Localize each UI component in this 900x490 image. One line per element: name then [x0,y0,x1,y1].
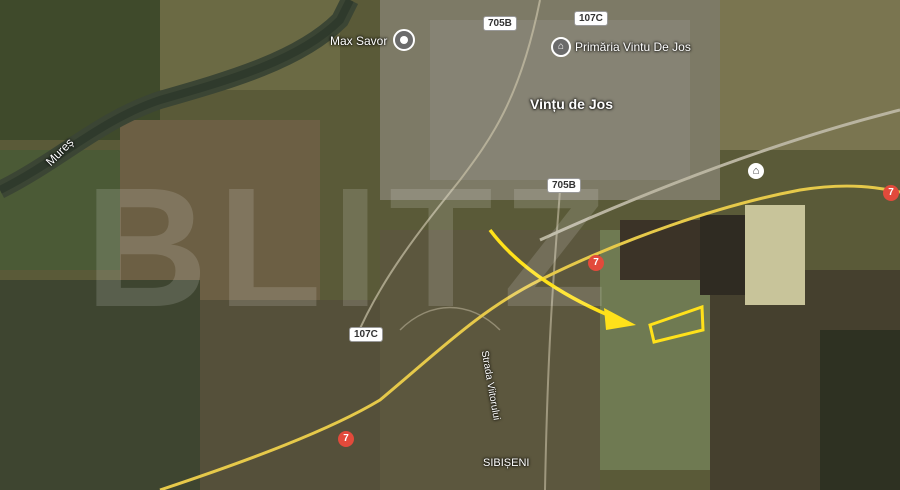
watermark-text: BLITZ [85,153,617,343]
road-shield-705b: 705B [547,178,581,193]
train-station-icon[interactable]: ⌂ [748,163,764,179]
location-pin-icon[interactable] [393,29,415,51]
road-shield-107c: 107C [574,11,608,26]
road-shield-705b: 705B [483,16,517,31]
poi-label-max-savor[interactable]: Max Savor [330,34,387,48]
village-label-sibiseni: SIBIȘENI [483,457,530,469]
road-shield-107c: 107C [349,327,383,342]
road-shield-7: 7 [338,431,354,447]
poi-label-townhall[interactable]: Primăria Vintu De Jos [575,40,691,54]
townhall-icon[interactable]: ⌂ [551,37,571,57]
road-shield-7: 7 [588,255,604,271]
road-shield-7: 7 [883,185,899,201]
town-label-vintu: Vințu de Jos [530,96,613,112]
map-view[interactable]: BLITZ Max Savor ⌂ Primăria Vintu De Jos … [0,0,900,490]
